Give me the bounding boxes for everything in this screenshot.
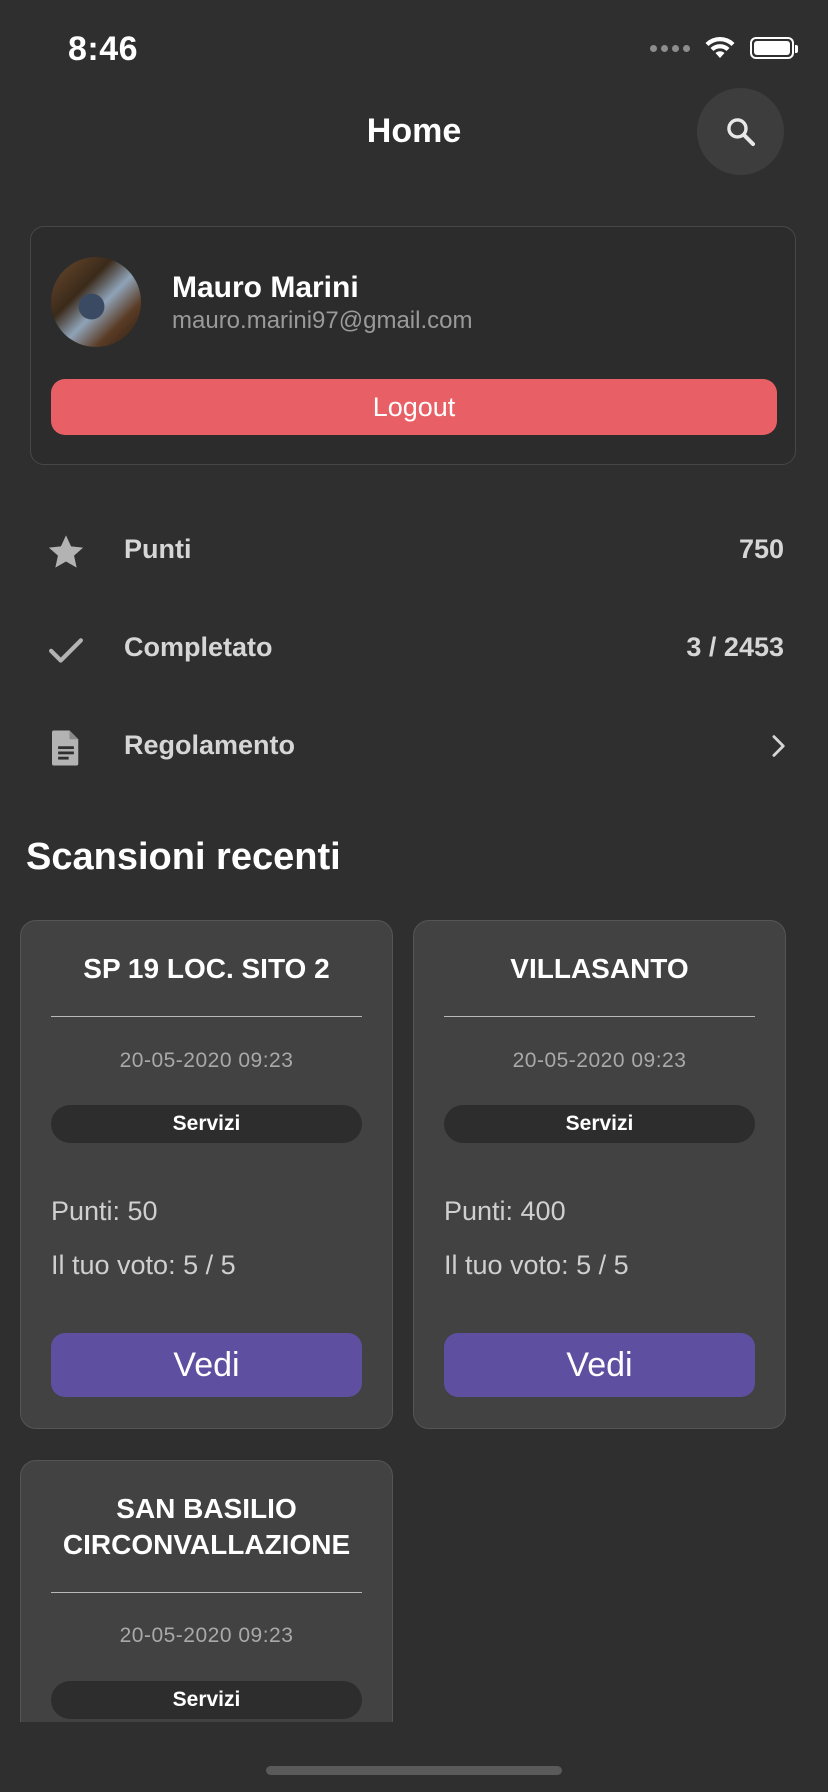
scan-vote: Il tuo voto: 5 / 5 bbox=[51, 1250, 236, 1280]
divider bbox=[51, 1592, 362, 1593]
stat-row-regolamento[interactable]: Regolamento bbox=[0, 702, 828, 792]
scan-date: 20-05-2020 09:23 bbox=[119, 1049, 294, 1072]
scan-card[interactable]: VILLASANTO 20-05-2020 09:23 Servizi Punt… bbox=[413, 920, 786, 1429]
status-bar: 8:46 bbox=[0, 0, 828, 100]
stat-row-punti: Punti 750 bbox=[0, 506, 828, 596]
scan-date: 20-05-2020 09:23 bbox=[119, 1624, 294, 1647]
category-badge: Servizi bbox=[51, 1105, 362, 1143]
search-button[interactable] bbox=[697, 88, 784, 175]
user-name: Mauro Marini bbox=[172, 271, 359, 304]
status-icons bbox=[650, 36, 798, 60]
document-icon bbox=[44, 726, 88, 770]
scan-date: 20-05-2020 09:23 bbox=[512, 1049, 687, 1072]
logout-button[interactable]: Logout bbox=[51, 379, 777, 435]
stat-label-punti: Punti bbox=[124, 534, 192, 564]
stat-value-punti: 750 bbox=[738, 534, 784, 564]
scan-vote: Il tuo voto: 5 / 5 bbox=[444, 1250, 629, 1280]
wifi-icon bbox=[705, 36, 735, 58]
scan-title-line: CIRCONVALLAZIONE bbox=[62, 1529, 351, 1560]
avatar[interactable] bbox=[51, 257, 141, 347]
stat-value-completato: 3 / 2453 bbox=[686, 632, 784, 662]
signal-icon bbox=[650, 44, 690, 52]
chevron-right-icon bbox=[772, 735, 785, 757]
divider bbox=[51, 1016, 362, 1017]
scan-title: VILLASANTO bbox=[510, 953, 689, 984]
scan-title-line: SAN BASILIO bbox=[116, 1493, 297, 1524]
scan-points: Punti: 400 bbox=[444, 1196, 566, 1226]
status-time: 8:46 bbox=[68, 30, 139, 68]
home-indicator[interactable] bbox=[266, 1766, 562, 1775]
view-button[interactable]: Vedi bbox=[444, 1333, 755, 1397]
stat-label-regolamento: Regolamento bbox=[124, 730, 296, 760]
user-email: mauro.marini97@gmail.com bbox=[172, 307, 473, 334]
check-icon bbox=[44, 628, 88, 672]
battery-icon bbox=[750, 37, 798, 59]
stat-row-completato: Completato 3 / 2453 bbox=[0, 604, 828, 694]
section-title-recent: Scansioni recenti bbox=[26, 836, 341, 878]
category-badge: Servizi bbox=[51, 1681, 362, 1719]
profile-card: Mauro Marini mauro.marini97@gmail.com Lo… bbox=[30, 226, 796, 465]
scan-title: SAN BASILIO CIRCONVALLAZIONE bbox=[51, 1491, 362, 1563]
scan-card[interactable]: SP 19 LOC. SITO 2 20-05-2020 09:23 Servi… bbox=[20, 920, 393, 1429]
stat-label-completato: Completato bbox=[124, 632, 273, 662]
search-icon bbox=[726, 117, 755, 146]
divider bbox=[444, 1016, 755, 1017]
scan-points: Punti: 50 bbox=[51, 1196, 158, 1226]
bottom-safe-area bbox=[0, 1722, 828, 1792]
category-badge: Servizi bbox=[444, 1105, 755, 1143]
view-button[interactable]: Vedi bbox=[51, 1333, 362, 1397]
scan-title: SP 19 LOC. SITO 2 bbox=[83, 953, 330, 984]
star-icon bbox=[44, 530, 88, 574]
